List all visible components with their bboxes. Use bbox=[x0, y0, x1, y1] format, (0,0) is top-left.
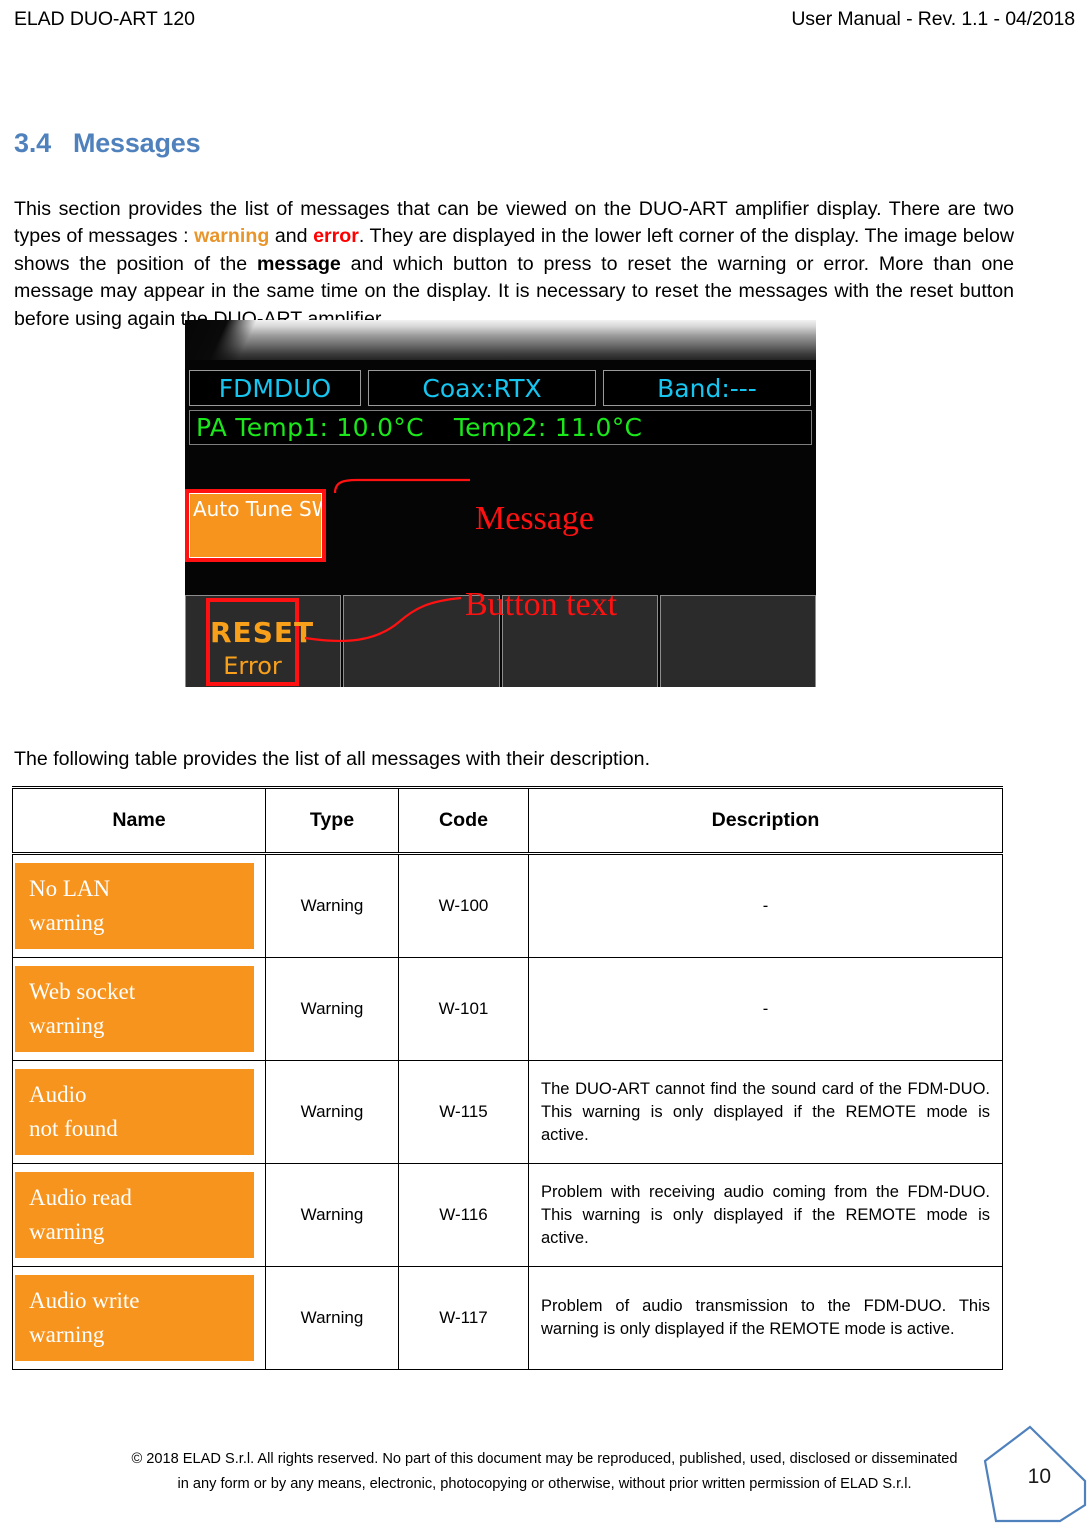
message-name-badge: Audio read warning bbox=[15, 1172, 254, 1258]
cell-message-description: Problem with receiving audio coming from… bbox=[528, 1163, 1003, 1267]
temp1-value: PA Temp1: 10.0°C bbox=[196, 413, 424, 442]
header-product-name: ELAD DUO-ART 120 bbox=[14, 8, 195, 30]
badge-line2: not found bbox=[29, 1116, 118, 1141]
cell-message-description: - bbox=[528, 957, 1003, 1061]
status-bar: FDMDUO Coax:RTX Band:--- bbox=[189, 370, 812, 406]
cell-message-type: Warning bbox=[265, 853, 399, 958]
table-row: No LAN warning Warning W-100 - bbox=[12, 853, 1003, 958]
annotation-button-text-label: Button text bbox=[465, 586, 618, 623]
cell-message-type: Warning bbox=[265, 1060, 399, 1164]
intro-paragraph: This section provides the list of messag… bbox=[14, 196, 1014, 334]
cell-message-description: Problem of audio transmission to the FDM… bbox=[528, 1266, 1003, 1370]
table-body: No LAN warning Warning W-100 - Web socke… bbox=[12, 853, 1003, 1370]
column-header-code: Code bbox=[398, 786, 529, 855]
soft-button-4[interactable] bbox=[659, 595, 816, 687]
page-number: 10 bbox=[1027, 1465, 1051, 1488]
badge-line2: warning bbox=[29, 910, 105, 935]
message-name-badge: Audio write warning bbox=[15, 1275, 254, 1361]
reset-label-line2: Error bbox=[223, 652, 282, 680]
document-footer: © 2018 ELAD S.r.l. All rights reserved. … bbox=[0, 1447, 1089, 1497]
device-display-figure: FDMDUO Coax:RTX Band:--- PA Temp1: 10.0°… bbox=[185, 320, 816, 687]
display-bezel-corner-shadow bbox=[185, 320, 277, 364]
intro-message-keyword: message bbox=[256, 252, 341, 275]
badge-line2: warning bbox=[29, 1219, 105, 1244]
cell-message-code: W-115 bbox=[398, 1060, 529, 1164]
badge-line1: No LAN bbox=[29, 876, 111, 901]
message-name-badge: Audio not found bbox=[15, 1069, 254, 1155]
cell-message-type: Warning bbox=[265, 1266, 399, 1370]
footer-copyright-line2: in any form or by any means, electronic,… bbox=[177, 1476, 912, 1492]
cell-message-type: Warning bbox=[265, 957, 399, 1061]
cell-message-name: Audio read warning bbox=[12, 1163, 266, 1267]
message-name-badge: No LAN warning bbox=[15, 863, 254, 949]
document-page: ELAD DUO-ART 120 User Manual - Rev. 1.1 … bbox=[0, 0, 1089, 1525]
temp2-value: Temp2: 11.0°C bbox=[453, 413, 643, 442]
cell-message-name: No LAN warning bbox=[12, 853, 266, 958]
section-number: 3.4 bbox=[14, 128, 51, 158]
table-row: Audio not found Warning W-115 The DUO-AR… bbox=[12, 1060, 1003, 1164]
temperature-bar: PA Temp1: 10.0°C Temp2: 11.0°C bbox=[189, 410, 812, 445]
badge-line1: Audio bbox=[29, 1082, 87, 1107]
cell-message-code: W-116 bbox=[398, 1163, 529, 1267]
intro-text-part2: and bbox=[269, 225, 314, 248]
status-source-field: FDMDUO bbox=[189, 370, 361, 406]
badge-line2: warning bbox=[29, 1322, 105, 1347]
table-row: Web socket warning Warning W-101 - bbox=[12, 957, 1003, 1061]
warning-message-highlight-box bbox=[185, 489, 326, 562]
message-name-badge: Web socket warning bbox=[15, 966, 254, 1052]
cell-message-code: W-101 bbox=[398, 957, 529, 1061]
cell-message-code: W-100 bbox=[398, 853, 529, 958]
column-header-name: Name bbox=[12, 786, 266, 855]
status-coax-field: Coax:RTX bbox=[368, 370, 596, 406]
status-band-field: Band:--- bbox=[603, 370, 811, 406]
cell-message-description: - bbox=[528, 853, 1003, 958]
table-row: Audio write warning Warning W-117 Proble… bbox=[12, 1266, 1003, 1370]
annotation-message-label: Message bbox=[475, 500, 594, 537]
header-manual-revision: User Manual - Rev. 1.1 - 04/2018 bbox=[791, 8, 1075, 30]
column-header-type: Type bbox=[265, 786, 399, 855]
intro-warning-keyword: warning bbox=[194, 225, 270, 248]
table-header-row: Name Type Code Description bbox=[12, 786, 1003, 855]
display-bezel bbox=[185, 320, 816, 364]
badge-line2: warning bbox=[29, 1013, 105, 1038]
cell-message-code: W-117 bbox=[398, 1266, 529, 1370]
badge-line1: Audio write bbox=[29, 1288, 140, 1313]
cell-message-name: Web socket warning bbox=[12, 957, 266, 1061]
intro-error-keyword: error bbox=[313, 225, 359, 248]
cell-message-description: The DUO-ART cannot find the sound card o… bbox=[528, 1060, 1003, 1164]
badge-line1: Audio read bbox=[29, 1185, 132, 1210]
section-heading: 3.4 Messages bbox=[14, 128, 201, 159]
device-screen: FDMDUO Coax:RTX Band:--- PA Temp1: 10.0°… bbox=[185, 360, 816, 687]
reset-button-label: RESET Error bbox=[210, 616, 315, 682]
badge-line1: Web socket bbox=[29, 979, 136, 1004]
cell-message-type: Warning bbox=[265, 1163, 399, 1267]
column-header-description: Description bbox=[528, 786, 1003, 855]
messages-table: Name Type Code Description No LAN warnin… bbox=[12, 786, 1003, 1370]
cell-message-name: Audio write warning bbox=[12, 1266, 266, 1370]
reset-label-line1: RESET bbox=[210, 616, 315, 649]
table-row: Audio read warning Warning W-116 Problem… bbox=[12, 1163, 1003, 1267]
table-intro-text: The following table provides the list of… bbox=[14, 748, 651, 770]
table-header: Name Type Code Description bbox=[12, 786, 1003, 855]
footer-copyright-line1: © 2018 ELAD S.r.l. All rights reserved. … bbox=[131, 1451, 958, 1467]
document-header: ELAD DUO-ART 120 User Manual - Rev. 1.1 … bbox=[14, 8, 1075, 38]
cell-message-name: Audio not found bbox=[12, 1060, 266, 1164]
section-title: Messages bbox=[72, 128, 201, 158]
